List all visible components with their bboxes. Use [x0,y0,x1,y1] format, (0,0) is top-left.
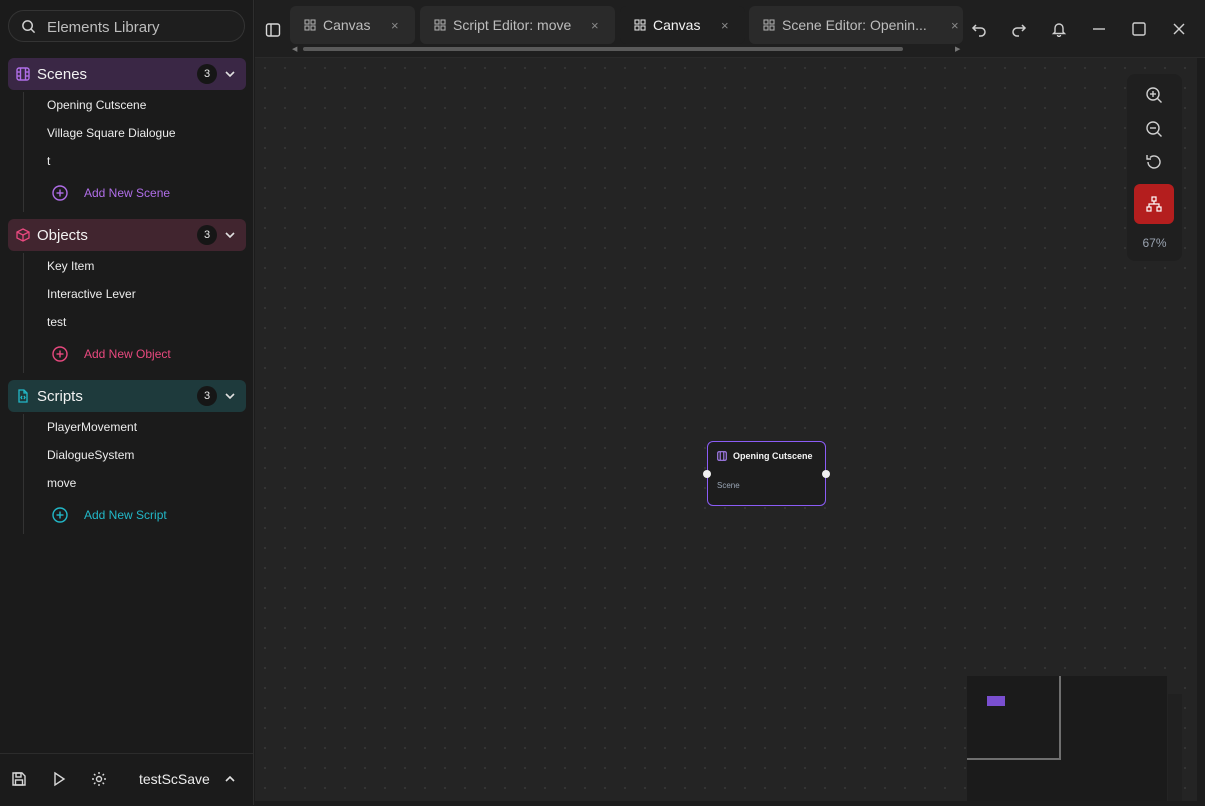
tab-label: Scene Editor: Openin... [782,17,927,33]
minimap[interactable] [967,676,1167,801]
reset-view-icon[interactable] [1145,153,1163,171]
zoom-in-icon[interactable] [1145,86,1163,104]
project-name[interactable]: testScSave [139,771,210,787]
chevron-down-icon[interactable] [224,390,236,402]
tab-scene-editor[interactable]: Scene Editor: Openin... × [749,6,963,44]
list-item[interactable]: Village Square Dialogue [47,124,176,142]
vertical-scroll-track [1197,58,1205,805]
section-title: Scenes [37,66,88,83]
search-icon [22,20,36,34]
list-item[interactable]: Opening Cutscene [47,96,146,114]
redo-icon[interactable] [1011,21,1027,37]
add-script-label: Add New Script [84,508,167,522]
tree-line [23,414,24,534]
tree-line [23,92,24,212]
tab-scrollbar[interactable] [303,47,903,51]
scene-node[interactable]: Opening Cutscene Scene [703,441,830,506]
node-title: Opening Cutscene [733,451,813,461]
search-box[interactable] [8,10,245,42]
hierarchy-icon [1146,196,1162,212]
chevron-down-icon[interactable] [224,229,236,241]
count-badge: 3 [197,64,217,84]
play-icon[interactable] [51,771,67,787]
node-type: Scene [717,481,740,490]
minimap-node [987,696,1005,706]
section-title: Objects [37,227,88,244]
close-icon[interactable]: × [391,18,399,33]
add-scene-button[interactable]: Add New Scene [52,184,222,202]
grid-icon [634,19,646,31]
add-scene-label: Add New Scene [84,186,171,200]
close-icon[interactable]: × [951,18,959,33]
tree-line [23,253,24,373]
tab-label: Canvas [323,17,371,33]
tab-label: Canvas [653,17,701,33]
grid-icon [763,19,775,31]
sidebar-toggle-icon[interactable] [265,22,281,38]
section-scripts-header[interactable]: Scripts 3 [8,380,246,412]
minimize-icon[interactable] [1091,21,1107,37]
file-code-icon [18,389,28,403]
elements-sidebar: Scenes 3 Opening Cutscene Village Square… [0,0,254,805]
list-item[interactable]: Key Item [47,257,94,275]
maximize-icon[interactable] [1131,21,1147,37]
list-item[interactable]: test [47,313,66,331]
undo-icon[interactable] [971,21,987,37]
grid-icon [304,19,316,31]
gear-icon[interactable] [91,771,107,787]
tab-label: Script Editor: move [453,17,572,33]
scroll-right-arrow[interactable]: ▶ [955,45,960,53]
add-script-button[interactable]: Add New Script [52,506,222,524]
auto-layout-button[interactable] [1134,184,1174,224]
plus-circle-icon [52,185,68,201]
grid-icon [434,19,446,31]
close-icon[interactable] [1171,21,1187,37]
plus-circle-icon [52,346,68,362]
tab-canvas-active[interactable]: Canvas × [620,6,745,44]
list-item[interactable]: Interactive Lever [47,285,136,303]
count-badge: 3 [197,225,217,245]
list-item[interactable]: move [47,474,76,492]
scroll-left-arrow[interactable]: ◀ [292,45,297,53]
section-title: Scripts [37,388,83,405]
tab-bar: Canvas × Script Editor: move × Canvas × … [255,0,1205,58]
cube-icon [16,228,30,242]
zoom-controls: 67% [1127,74,1182,261]
film-icon [16,67,30,81]
horizontal-scroll-track [255,801,1197,805]
add-object-button[interactable]: Add New Object [52,345,222,363]
search-input[interactable] [45,16,239,38]
save-icon[interactable] [11,771,27,787]
zoom-out-icon[interactable] [1145,120,1163,138]
minimap-viewport[interactable] [967,676,1061,760]
zoom-level: 67% [1142,236,1167,250]
output-handle[interactable] [822,470,830,478]
section-objects-header[interactable]: Objects 3 [8,219,246,251]
list-item[interactable]: t [47,152,50,170]
count-badge: 3 [197,386,217,406]
list-item[interactable]: DialogueSystem [47,446,134,464]
add-object-label: Add New Object [84,347,171,361]
input-handle[interactable] [703,470,711,478]
film-icon [717,451,727,461]
close-icon[interactable]: × [721,18,729,33]
chevron-up-icon[interactable] [224,773,236,785]
close-icon[interactable]: × [591,18,599,33]
list-item[interactable]: PlayerMovement [47,418,137,436]
tab-script-editor[interactable]: Script Editor: move × [420,6,615,44]
plus-circle-icon [52,507,68,523]
tab-canvas-1[interactable]: Canvas × [290,6,415,44]
sidebar-footer: testScSave [0,753,253,806]
bell-icon[interactable] [1051,21,1067,37]
minimap-edge [1168,694,1182,801]
chevron-down-icon[interactable] [224,68,236,80]
section-scenes-header[interactable]: Scenes 3 [8,58,246,90]
flow-canvas[interactable]: 67% Opening Cutscene Scene [255,58,1197,801]
